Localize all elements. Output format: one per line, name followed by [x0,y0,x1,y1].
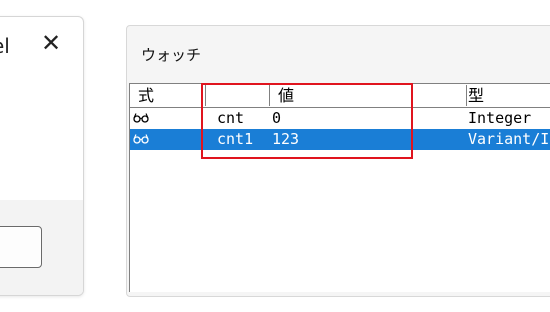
watch-glasses-icon [133,134,149,144]
column-header-expression[interactable]: 式 [130,84,205,107]
watch-value[interactable]: 123 [272,129,299,150]
watch-row-selected[interactable]: cnt1 123 Variant/I [130,129,550,150]
watch-expression: cnt [217,109,245,127]
column-header-type[interactable]: 型 [460,84,550,107]
watch-window: ウォッチ 式 値 型 cnt 0 Integer cnt1 123 Varian… [126,25,550,297]
partial-dialog: el ✕ [0,16,84,296]
watch-grid: 式 値 型 cnt 0 Integer cnt1 123 Variant/I [129,83,550,292]
column-separator[interactable] [205,85,206,106]
watch-expression: cnt1 [217,130,254,148]
watch-header: 式 値 型 [130,84,550,108]
watch-type: Variant/I [468,130,550,148]
watch-window-title: ウォッチ [141,46,202,64]
column-header-value[interactable]: 値 [270,84,466,107]
watch-type: Integer [468,109,532,127]
watch-value[interactable]: 0 [272,108,281,129]
close-icon[interactable]: ✕ [38,31,64,57]
watch-glasses-icon [133,113,149,123]
watch-row[interactable]: cnt 0 Integer [130,108,550,129]
dialog-button[interactable] [0,226,42,268]
partial-dialog-title: el [0,34,10,58]
